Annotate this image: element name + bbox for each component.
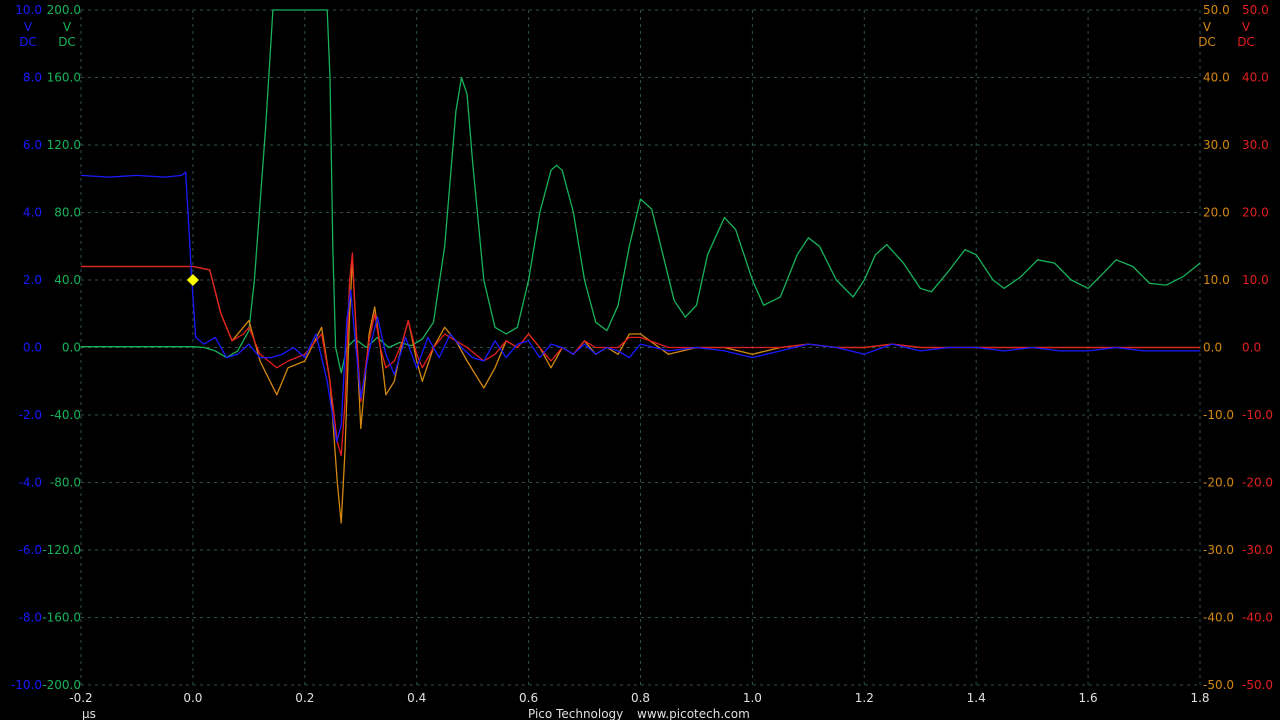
channel-d-tick-label: -10.0 <box>1242 408 1273 422</box>
channel-d-unit: V <box>1242 20 1251 34</box>
channel-d-tick-label: -50.0 <box>1242 678 1273 692</box>
channel-a-tick-label: 0.0 <box>23 341 42 355</box>
channel-a-tick-label: 10.0 <box>15 3 42 17</box>
channel-d-tick-label: -40.0 <box>1242 611 1273 625</box>
channel-d-tick-label: 10.0 <box>1242 273 1269 287</box>
channel-b-unit: V <box>63 20 72 34</box>
x-tick-label: 0.4 <box>407 691 426 705</box>
channel-b-tick-label: -80.0 <box>50 476 81 490</box>
channel-d-tick-label: 30.0 <box>1242 138 1269 152</box>
channel-c-tick-label: 50.0 <box>1203 3 1230 17</box>
channel-a-tick-label: -6.0 <box>19 543 42 557</box>
channel-a-unit: V <box>24 20 33 34</box>
channel-d-tick-label: -20.0 <box>1242 476 1273 490</box>
channel-c-coupling: DC <box>1198 35 1216 49</box>
channel-c-tick-label: 0.0 <box>1203 341 1222 355</box>
footer-brand: Pico Technology <box>528 707 623 720</box>
channel-b-tick-label: -200.0 <box>42 678 81 692</box>
channel-b-coupling: DC <box>58 35 76 49</box>
channel-b-tick-label: 200.0 <box>47 3 81 17</box>
footer-website[interactable]: www.picotech.com <box>637 707 750 720</box>
channel-b-tick-label: 0.0 <box>62 341 81 355</box>
channel-c-tick-label: -10.0 <box>1203 408 1234 422</box>
channel-b-tick-label: -160.0 <box>42 611 81 625</box>
channel-b-tick-label: -40.0 <box>50 408 81 422</box>
channel-d-tick-label: -30.0 <box>1242 543 1273 557</box>
x-tick-label: 1.0 <box>743 691 762 705</box>
x-tick-label: 1.8 <box>1190 691 1209 705</box>
x-tick-label: 1.2 <box>855 691 874 705</box>
channel-b-tick-label: 120.0 <box>47 138 81 152</box>
x-tick-label: 0.6 <box>519 691 538 705</box>
channel-b-tick-label: 160.0 <box>47 71 81 85</box>
channel-a-tick-label: -4.0 <box>19 476 42 490</box>
channel-a-tick-label: -2.0 <box>19 408 42 422</box>
channel-c-tick-label: -40.0 <box>1203 611 1234 625</box>
channel-c-tick-label: 20.0 <box>1203 206 1230 220</box>
channel-d-tick-label: 20.0 <box>1242 206 1269 220</box>
channel-a-tick-label: 8.0 <box>23 71 42 85</box>
channel-d-tick-label: 40.0 <box>1242 71 1269 85</box>
channel-a-tick-label: 2.0 <box>23 273 42 287</box>
channel-a-coupling: DC <box>19 35 37 49</box>
channel-c-unit: V <box>1203 20 1212 34</box>
x-tick-label: -0.2 <box>69 691 92 705</box>
x-tick-label: 0.0 <box>183 691 202 705</box>
channel-c-tick-label: -20.0 <box>1203 476 1234 490</box>
channel-c-tick-label: 30.0 <box>1203 138 1230 152</box>
channel-b-tick-label: 80.0 <box>54 206 81 220</box>
x-tick-label: 0.2 <box>295 691 314 705</box>
channel-c-tick-label: -30.0 <box>1203 543 1234 557</box>
channel-d-tick-label: 50.0 <box>1242 3 1269 17</box>
channel-b-tick-label: 40.0 <box>54 273 81 287</box>
channel-b-tick-label: -120.0 <box>42 543 81 557</box>
channel-a-tick-label: -10.0 <box>11 678 42 692</box>
channel-a-tick-label: -8.0 <box>19 611 42 625</box>
channel-c-tick-label: 10.0 <box>1203 273 1230 287</box>
channel-c-tick-label: -50.0 <box>1203 678 1234 692</box>
oscilloscope-chart: -0.2 0.0 0.2 0.4 0.6 0.8 1.0 1.2 1.4 1.6 1.8 µs 10.0… <box>0 0 1280 720</box>
channel-a-tick-label: 6.0 <box>23 138 42 152</box>
x-tick-label: 0.8 <box>631 691 650 705</box>
channel-d-coupling: DC <box>1237 35 1255 49</box>
channel-d-tick-label: 0.0 <box>1242 341 1261 355</box>
x-axis-unit: µs <box>82 707 96 720</box>
x-tick-label: 1.6 <box>1079 691 1098 705</box>
channel-c-tick-label: 40.0 <box>1203 71 1230 85</box>
channel-a-tick-label: 4.0 <box>23 206 42 220</box>
x-tick-label: 1.4 <box>967 691 986 705</box>
